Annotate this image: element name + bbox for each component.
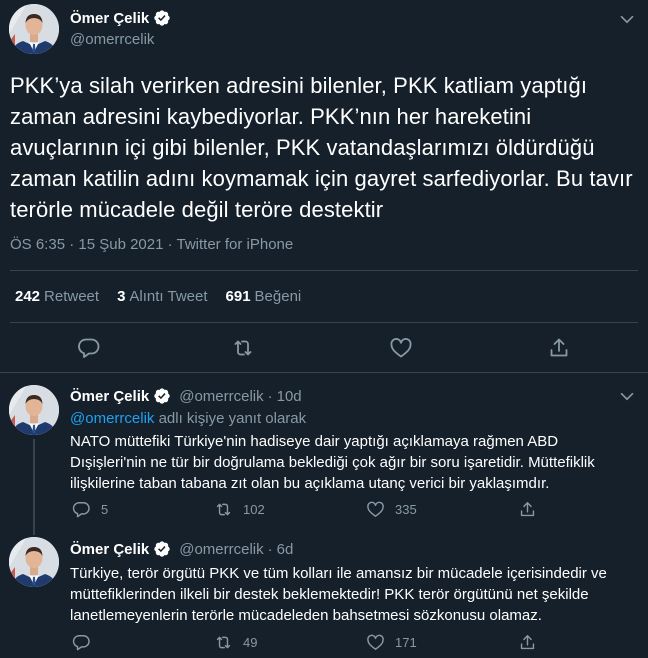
reply-author-name[interactable]: Ömer Çelik [70,541,149,558]
verified-badge-icon [153,9,171,27]
retweets-stat[interactable]: 242 Retweet [15,288,99,305]
reply-author-handle[interactable]: @omerrcelik [179,541,263,558]
reply-author-avatar[interactable] [9,537,59,587]
quotes-label: Alıntı Tweet [129,288,208,305]
reply-header: Ömer Çelik @omerrcelik · 6d [70,540,293,558]
like-count: 171 [395,635,417,650]
tweet-stats: 242 Retweet 3 Alıntı Tweet 691 Beğeni [15,288,301,305]
like-count: 335 [395,502,417,517]
divider [10,322,638,323]
retweets-label: Retweet [44,288,100,305]
retweet-icon [214,500,233,519]
reply-tweet[interactable]: Ömer Çelik @omerrcelik · 6d Türkiye, ter… [0,525,648,658]
like-button[interactable]: 171 [366,633,417,652]
author-handle[interactable]: @omerrcelik [70,31,154,48]
author-avatar[interactable] [9,4,59,54]
reply-button[interactable]: 5 [72,500,108,519]
reply-time[interactable]: 10d [277,388,302,405]
likes-stat[interactable]: 691 Beğeni [226,288,302,305]
retweet-button[interactable]: 49 [214,633,257,652]
share-icon[interactable] [547,336,571,360]
reply-to-mention[interactable]: @omerrcelik [70,410,154,427]
more-icon[interactable] [616,385,638,407]
reply-to-suffix: adlı kişiye yanıt olarak [154,410,307,427]
more-icon[interactable] [616,8,638,30]
share-button[interactable] [518,500,537,519]
thread-line [33,525,35,535]
separator-dot: · [267,540,273,558]
reply-author-name[interactable]: Ömer Çelik [70,388,149,405]
like-icon[interactable] [389,336,413,360]
verified-badge-icon [153,387,171,405]
reply-actions: 5 102 335 [70,500,630,520]
reply-text: Türkiye, terör örgütü PKK ve tüm kolları… [70,565,607,624]
verified-badge-icon [153,540,171,558]
retweet-button[interactable]: 102 [214,500,265,519]
reply-text: NATO müttefiki Türkiye'nin hadiseye dair… [70,433,595,492]
tweet-text: PKK’ya silah verirken adresini bilenler,… [10,73,633,222]
tweet-actions [0,336,648,362]
like-button[interactable]: 335 [366,500,417,519]
tweet-meta[interactable]: ÖS 6:35 · 15 Şub 2021 · Twitter for iPho… [10,236,293,253]
replying-to: @omerrcelik adlı kişiye yanıt olarak [70,410,306,427]
quotes-count: 3 [117,288,126,305]
reply-author-handle[interactable]: @omerrcelik [179,388,263,405]
reply-header: Ömer Çelik @omerrcelik · 10d [70,387,302,405]
share-icon [518,500,537,519]
share-icon [518,633,537,652]
separator-dot: · [267,387,273,405]
retweet-count: 49 [243,635,258,650]
share-button[interactable] [518,633,537,652]
reply-author-avatar[interactable] [9,385,59,435]
likes-label: Beğeni [254,288,302,305]
like-icon [366,633,385,652]
reply-tweet[interactable]: Ömer Çelik @omerrcelik · 10d @omerrcelik… [0,373,648,525]
reply-time[interactable]: 6d [277,541,294,558]
divider [10,270,638,271]
retweet-icon [214,633,233,652]
author-name[interactable]: Ömer Çelik [70,10,149,27]
retweet-count: 102 [243,502,265,517]
reply-icon [72,500,91,519]
quotes-stat[interactable]: 3 Alıntı Tweet [117,288,207,305]
likes-count: 691 [225,288,251,305]
reply-icon [72,633,91,652]
retweets-count: 242 [15,288,41,305]
retweet-icon[interactable] [231,336,255,360]
thread-line [33,439,35,525]
reply-button[interactable] [72,633,101,652]
reply-icon[interactable] [77,336,101,360]
like-icon [366,500,385,519]
author-name-row[interactable]: Ömer Çelik [70,9,171,27]
reply-actions: 49 171 [70,633,630,653]
reply-count: 5 [101,502,109,517]
